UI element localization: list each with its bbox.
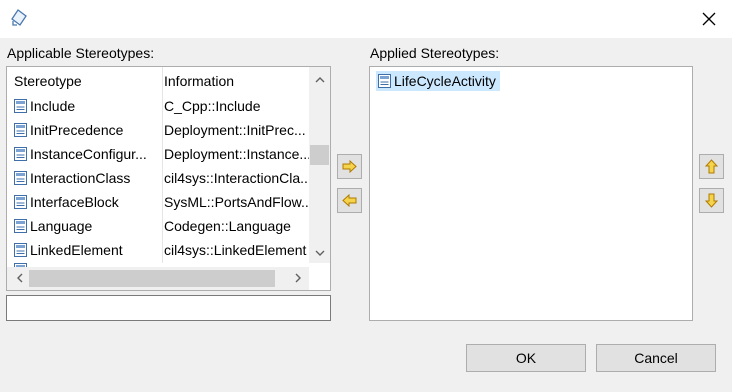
stereotype-info: SysML::PortsAndFlow... [164, 194, 309, 210]
table-row[interactable]: Include C_Cpp::Include [7, 95, 309, 119]
stereotype-name: Language [30, 218, 93, 234]
stereotype-icon [378, 74, 391, 88]
table-row[interactable]: LinkedElement cil4sys::LinkedElement [7, 239, 309, 263]
stereotype-info: Codegen::Language [164, 218, 291, 234]
table-row[interactable]: InstanceConfigur... Deployment::Instance… [7, 143, 309, 167]
move-down-button[interactable] [699, 188, 724, 213]
stereotype-icon [14, 99, 27, 113]
applicable-stereotypes-list[interactable]: Stereotype Information Include C_Cpp::In… [6, 66, 331, 291]
stereotype-info: cil4sys::InteractionCla... [164, 170, 309, 186]
stereotype-name: LinkedElement [30, 242, 123, 258]
stereotype-dialog-icon [11, 9, 27, 26]
applied-stereotypes-list[interactable]: LifeCycleActivity [369, 66, 693, 321]
arrow-right-icon [342, 160, 357, 173]
chevron-left-icon [16, 273, 22, 283]
stereotype-info: Deployment::InitPrec... [164, 122, 306, 138]
stereotype-name: Include [30, 98, 76, 114]
close-icon [702, 12, 716, 26]
stereotype-name: InstanceConfigur... [30, 146, 147, 162]
close-button[interactable] [686, 0, 732, 38]
stereotype-icon [14, 171, 27, 185]
scroll-right-button[interactable] [288, 268, 308, 288]
stereotype-info: Deployment::Instance... [164, 146, 309, 162]
horizontal-scroll-thumb[interactable] [29, 270, 275, 287]
add-stereotype-button[interactable] [337, 154, 362, 179]
applied-stereotypes-label: Applied Stereotypes: [370, 45, 500, 61]
applied-stereotype-name: LifeCycleActivity [394, 73, 496, 89]
arrow-up-icon [705, 159, 718, 174]
vertical-scrollbar[interactable] [309, 67, 330, 263]
applicable-stereotypes-label: Applicable Stereotypes: [7, 45, 155, 61]
vertical-scroll-thumb[interactable] [310, 145, 329, 165]
column-header-stereotype[interactable]: Stereotype [14, 73, 82, 91]
remove-stereotype-button[interactable] [337, 188, 362, 213]
stereotype-icon [14, 195, 27, 209]
chevron-right-icon [295, 273, 301, 283]
table-row[interactable]: Language Codegen::Language [7, 215, 309, 239]
cancel-button[interactable]: Cancel [596, 344, 716, 372]
filter-input[interactable] [6, 295, 331, 321]
title-bar [0, 0, 732, 38]
stereotype-icon [14, 123, 27, 137]
stereotype-icon [14, 219, 27, 233]
stereotype-icon [14, 147, 27, 161]
stereotype-name: InterfaceBlock [30, 194, 119, 210]
arrow-left-icon [342, 194, 357, 207]
stereotype-name: InteractionClass [30, 170, 131, 186]
horizontal-scrollbar[interactable] [7, 267, 309, 290]
stereotype-icon [14, 243, 27, 257]
arrow-down-icon [705, 193, 718, 208]
table-row[interactable]: InterfaceBlock SysML::PortsAndFlow... [7, 191, 309, 215]
chevron-down-icon [315, 250, 325, 256]
stereotype-name: InitPrecedence [30, 122, 124, 138]
scroll-up-button[interactable] [310, 69, 330, 89]
scroll-left-button[interactable] [9, 268, 29, 288]
ok-button[interactable]: OK [466, 344, 586, 372]
stereotype-info: C_Cpp::Include [164, 98, 261, 114]
table-row[interactable]: InitPrecedence Deployment::InitPrec... [7, 119, 309, 143]
column-header-information[interactable]: Information [164, 73, 234, 91]
stereotype-info: cil4sys::LinkedElement [164, 242, 307, 258]
list-item[interactable]: LifeCycleActivity [376, 71, 500, 91]
move-up-button[interactable] [699, 154, 724, 179]
table-row[interactable]: InteractionClass cil4sys::InteractionCla… [7, 167, 309, 191]
scroll-down-button[interactable] [310, 243, 330, 263]
chevron-up-icon [315, 76, 325, 82]
